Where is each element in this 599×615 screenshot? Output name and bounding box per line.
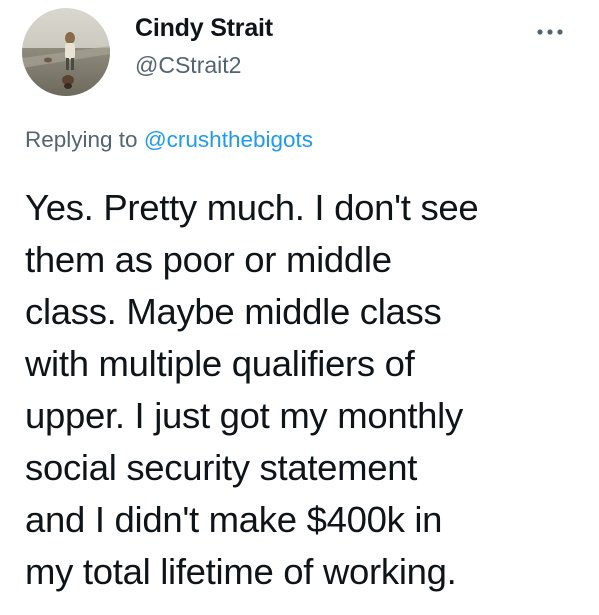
tweet-text-line: class. Maybe middle class	[25, 291, 442, 332]
avatar[interactable]	[22, 8, 110, 96]
profile-photo-avatar	[22, 8, 110, 96]
more-options-button[interactable]	[528, 20, 572, 44]
display-name[interactable]: Cindy Strait	[135, 14, 273, 43]
replying-to-line: Replying to @crushthebigots	[25, 127, 313, 153]
tweet-text-line: them as poor or middle	[25, 239, 392, 280]
more-options-icon	[537, 29, 563, 35]
tweet-text: Yes. Pretty much. I don't see them as po…	[25, 182, 590, 598]
reply-mention-link[interactable]: @crushthebigots	[144, 127, 313, 152]
tweet-card: Cindy Strait @CStrait2 Replying to @crus…	[0, 0, 599, 615]
tweet-text-line: with multiple qualifiers of	[25, 343, 415, 384]
replying-to-label: Replying to	[25, 127, 144, 152]
tweet-text-line: upper. I just got my monthly	[25, 395, 463, 436]
tweet-text-line: my total lifetime of working.	[25, 551, 457, 592]
tweet-text-line: Yes. Pretty much. I don't see	[25, 187, 479, 228]
tweet-text-line: and I didn't make $400k in	[25, 499, 443, 540]
user-handle[interactable]: @CStrait2	[135, 52, 241, 79]
tweet-text-line: social security statement	[25, 447, 418, 488]
